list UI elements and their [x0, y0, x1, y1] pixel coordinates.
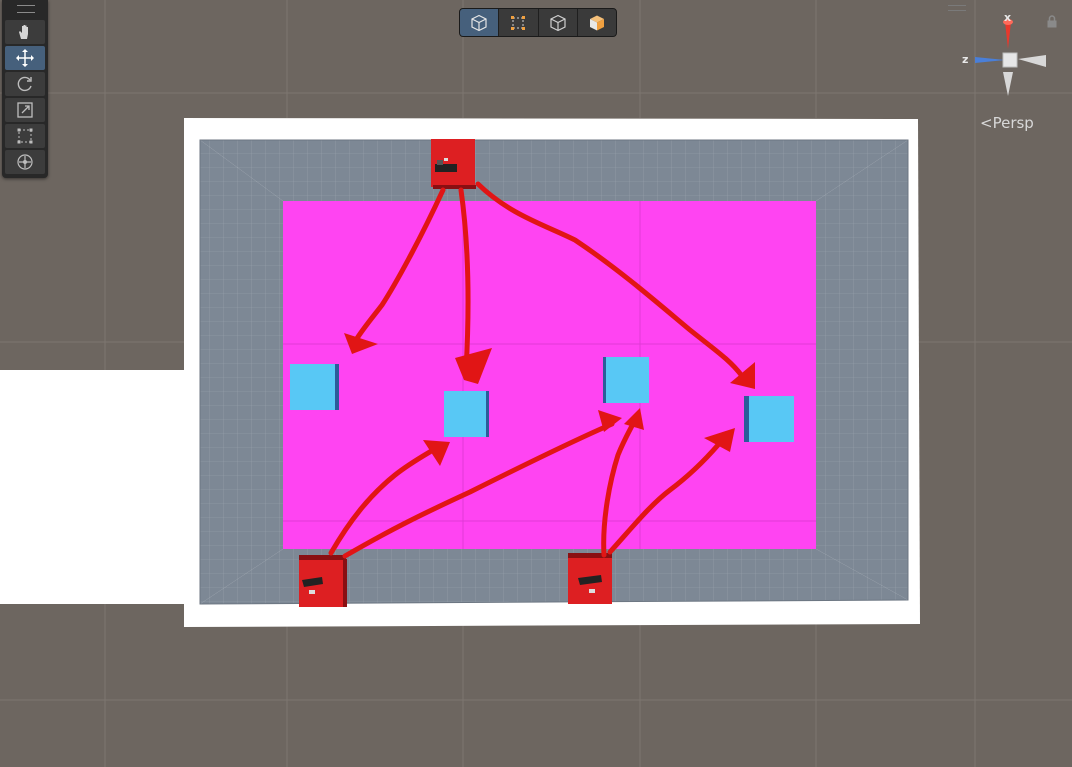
lock-icon[interactable] [1046, 15, 1058, 28]
hand-tool-button[interactable] [5, 20, 45, 44]
z-axis-label: z [962, 53, 969, 66]
rotate-tool-button[interactable] [5, 72, 45, 96]
room-floor [283, 201, 816, 549]
x-axis-cone [1005, 22, 1011, 49]
cube-solid-icon [589, 15, 604, 30]
rect-select-button[interactable] [499, 9, 539, 36]
view-mode-cube-button[interactable] [460, 9, 500, 36]
scale-tool-button[interactable] [5, 98, 45, 122]
target-cube[interactable] [744, 396, 794, 442]
move-tool-button[interactable] [5, 46, 45, 70]
camera-mode-label: Persp [992, 114, 1034, 132]
spawner-cube-bottom-left[interactable] [299, 555, 347, 607]
scale-icon [17, 102, 33, 118]
rect-tool-button[interactable] [5, 124, 45, 148]
hand-icon [19, 25, 28, 39]
scene-viewport[interactable] [0, 0, 1072, 767]
toolbar-grip[interactable] [17, 5, 35, 13]
move-icon [16, 49, 34, 67]
gizmo-center-cube [1002, 52, 1018, 68]
white-board-left [0, 370, 184, 604]
target-cube[interactable] [444, 391, 489, 437]
rect-transform-icon [17, 128, 33, 144]
cube-wire-icon [550, 14, 566, 31]
neg-x-cone [1003, 72, 1013, 96]
rect-select-icon [511, 15, 526, 30]
transform-tool-button[interactable] [5, 150, 45, 174]
spawner-cube-top[interactable] [431, 139, 476, 189]
perspective-chevron-icon: < [980, 114, 993, 132]
orientation-gizmo[interactable]: x z [952, 4, 1056, 104]
tools-toolbar [2, 0, 48, 178]
spawner-cube-bottom-right[interactable] [568, 553, 612, 604]
transform-icon [17, 154, 33, 170]
wire-cube-button[interactable] [538, 9, 578, 36]
cube-outline-icon [471, 14, 487, 31]
solid-cube-button[interactable] [577, 9, 616, 36]
target-cube[interactable] [290, 364, 339, 410]
target-cube[interactable] [603, 357, 649, 403]
x-axis-label: x [1004, 11, 1012, 24]
z-axis-cone [975, 57, 1005, 63]
camera-mode-toggle[interactable]: <Persp [980, 114, 1034, 132]
rotate-icon [17, 76, 32, 92]
neg-z-cone [1018, 55, 1046, 67]
scene-overlay-toolbar [459, 8, 617, 37]
